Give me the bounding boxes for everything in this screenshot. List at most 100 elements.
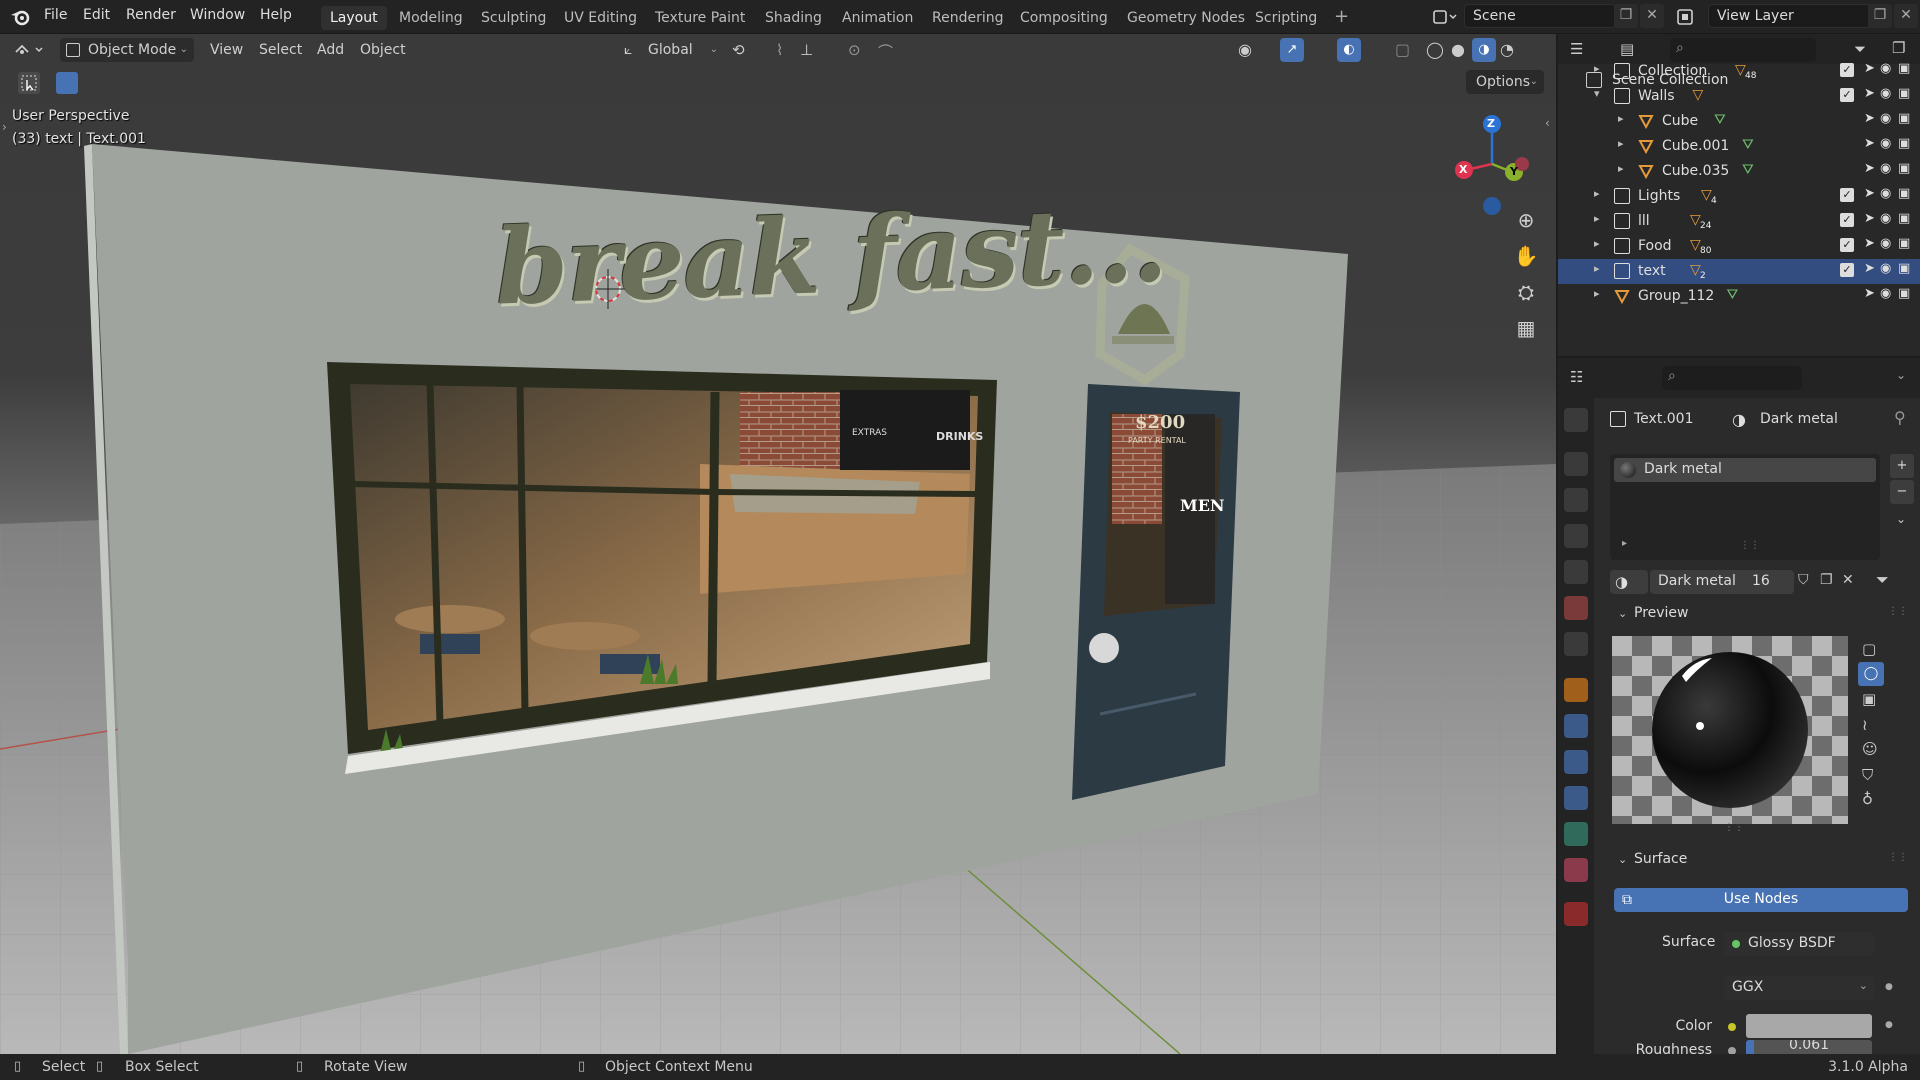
outliner-row[interactable]: ▸ Cube.035 ⛛ ➤ ◉ ▣: [1558, 159, 1920, 184]
outliner-editor-icon[interactable]: ☰: [1570, 40, 1583, 58]
outliner[interactable]: ☰ ▤ ⌕ ⏷ ❐ Scene Collection ▸ Collection ▽ 4…: [1558, 34, 1920, 356]
preview-fluid-icon[interactable]: ♁: [1862, 790, 1873, 808]
filter-icon[interactable]: ⏷: [1854, 40, 1866, 58]
select-arrow-icon[interactable]: ➤: [1864, 186, 1875, 201]
tab-uv-editing[interactable]: UV Editing: [555, 6, 646, 30]
tab-modifiers[interactable]: [1564, 714, 1588, 738]
tab-geometry-nodes[interactable]: Geometry Nodes: [1118, 6, 1254, 30]
transform-orientation-selector[interactable]: ⟀ Global ⌄: [620, 38, 722, 62]
expand-toggle-icon[interactable]: ▸: [1594, 262, 1600, 275]
expand-toggle-icon[interactable]: ▸: [1618, 137, 1624, 150]
preview-cube-icon[interactable]: ▣: [1862, 690, 1876, 708]
view-layer-icon[interactable]: [1676, 8, 1704, 26]
camera-render-icon[interactable]: ▣: [1898, 136, 1910, 151]
mode-set-icon[interactable]: [56, 72, 78, 94]
camera-view-icon[interactable]: ⛭: [1510, 276, 1542, 308]
outliner-row[interactable]: ▸ Cube.001 ⛛ ➤ ◉ ▣: [1558, 134, 1920, 159]
expand-toggle-icon[interactable]: ▸: [1594, 287, 1600, 300]
select-arrow-icon[interactable]: ➤: [1864, 211, 1875, 226]
browse-material-button[interactable]: ◑: [1610, 570, 1648, 594]
mode-subtract-icon[interactable]: [104, 72, 126, 94]
delete-view-layer-button[interactable]: ✕: [1894, 4, 1918, 28]
outliner-row[interactable]: ▸ Group_112 ⛛ ➤ ◉ ▣: [1558, 284, 1920, 309]
preview-monkey-icon[interactable]: ☺: [1862, 740, 1878, 758]
menu-select[interactable]: Select: [259, 38, 302, 62]
roughness-slider[interactable]: 0.061: [1746, 1040, 1872, 1054]
camera-render-icon[interactable]: ▣: [1898, 186, 1910, 201]
xray-toggle-icon[interactable]: ▢: [1395, 40, 1410, 59]
expand-toggle-icon[interactable]: ▸: [1618, 162, 1624, 175]
tab-world[interactable]: [1564, 596, 1588, 620]
tab-animation[interactable]: Animation: [833, 6, 922, 30]
solid-shading-icon[interactable]: ●: [1451, 40, 1465, 59]
eye-icon[interactable]: ◉: [1880, 111, 1891, 126]
expand-toggle-icon[interactable]: ▸: [1618, 112, 1624, 125]
properties-editor-icon[interactable]: ☷: [1570, 368, 1583, 386]
pivot-point-icon[interactable]: ⟲: [732, 41, 745, 59]
preview-flat-icon[interactable]: ▢: [1862, 640, 1876, 658]
exclude-checkbox[interactable]: ✓: [1840, 213, 1854, 227]
exclude-checkbox[interactable]: ✓: [1840, 263, 1854, 277]
mode-extend-icon[interactable]: [80, 72, 102, 94]
tab-collection[interactable]: [1564, 632, 1588, 656]
tab-scripting[interactable]: Scripting: [1246, 6, 1326, 30]
sidebar-toggle-icon[interactable]: ‹: [1545, 116, 1550, 130]
wireframe-shading-icon[interactable]: ◯: [1426, 40, 1444, 59]
expand-toggle-icon[interactable]: ▸: [1594, 62, 1600, 75]
keyframe-dot-icon[interactable]: ●: [1885, 982, 1893, 992]
tab-scene[interactable]: [1564, 560, 1588, 584]
expand-toggle-icon[interactable]: ▸: [1594, 212, 1600, 225]
select-arrow-icon[interactable]: ➤: [1864, 111, 1875, 126]
eye-icon[interactable]: ◉: [1880, 286, 1891, 301]
mode-invert-icon[interactable]: [128, 72, 150, 94]
menu-file[interactable]: File: [44, 7, 67, 23]
camera-render-icon[interactable]: ▣: [1898, 211, 1910, 226]
blender-logo-icon[interactable]: [10, 7, 32, 27]
pin-icon[interactable]: ⚲: [1894, 408, 1906, 427]
outliner-row[interactable]: ▸ Lights ▽ 4 ✓ ➤ ◉ ▣: [1558, 184, 1920, 209]
display-mode-icon[interactable]: ▤: [1620, 40, 1634, 58]
use-nodes-button[interactable]: ⧉ Use Nodes: [1614, 888, 1908, 912]
visibility-selector-icon[interactable]: ◉: [1238, 40, 1252, 59]
rendered-shading-icon[interactable]: ◔: [1500, 40, 1514, 59]
expand-toggle-icon[interactable]: ▸: [1594, 237, 1600, 250]
exclude-checkbox[interactable]: ✓: [1840, 238, 1854, 252]
fake-user-shield-icon[interactable]: ⛉: [1798, 572, 1809, 588]
select-arrow-icon[interactable]: ➤: [1864, 236, 1875, 251]
outliner-row[interactable]: ▸ Cube ⛛ ➤ ◉ ▣: [1558, 109, 1920, 134]
material-name-field[interactable]: Dark metal 16: [1650, 570, 1794, 594]
properties-editor[interactable]: ☷ ⌕ ⌄ Text.001 ◑ Dark metal ⚲ Dark metal…: [1558, 358, 1920, 1058]
child-objects-icon[interactable]: ▽: [1693, 87, 1704, 103]
color-swatch[interactable]: [1746, 1014, 1872, 1038]
scene-selector-icon[interactable]: [1432, 8, 1460, 26]
menu-view[interactable]: View: [210, 38, 243, 62]
eye-icon[interactable]: ◉: [1880, 186, 1891, 201]
expand-toggle-icon[interactable]: ▾: [1594, 87, 1600, 100]
surface-panel-header[interactable]: ⌄ Surface ⋮⋮: [1604, 844, 1918, 876]
outliner-row[interactable]: ▸ text ▽ 2 ✓ ➤ ◉ ▣: [1558, 259, 1920, 284]
eye-icon[interactable]: ◉: [1880, 236, 1891, 251]
preview-hair-icon[interactable]: ≀: [1862, 716, 1868, 734]
outliner-row[interactable]: ▾ Walls ▽ ✓ ➤ ◉ ▣: [1558, 84, 1920, 109]
menu-render[interactable]: Render: [126, 7, 176, 23]
snap-target-icon[interactable]: ⊥: [800, 41, 813, 59]
camera-render-icon[interactable]: ▣: [1898, 286, 1910, 301]
eye-icon[interactable]: ◉: [1880, 211, 1891, 226]
distribution-dropdown[interactable]: GGX ⌄: [1724, 976, 1874, 1000]
preview-cloth-icon[interactable]: ⛉: [1862, 766, 1873, 784]
new-scene-button[interactable]: ❐: [1614, 4, 1638, 28]
preview-panel-header[interactable]: ⌄ Preview ⋮⋮: [1604, 598, 1918, 630]
toolbar-toggle-icon[interactable]: ›: [2, 120, 7, 134]
remove-slot-button[interactable]: −: [1890, 480, 1914, 504]
mesh-data-icon[interactable]: ⛛: [1727, 287, 1739, 303]
slot-menu-chevron-icon[interactable]: ⌄: [1896, 512, 1906, 526]
expand-arrow-icon[interactable]: ▸: [1622, 538, 1627, 549]
tab-particles[interactable]: [1564, 750, 1588, 774]
tab-shading[interactable]: Shading: [756, 6, 831, 30]
camera-render-icon[interactable]: ▣: [1898, 236, 1910, 251]
preview-resize-grip-icon[interactable]: ⋮⋮: [1724, 822, 1744, 833]
delete-scene-button[interactable]: ✕: [1640, 4, 1664, 28]
editor-type-button[interactable]: [10, 38, 50, 62]
tab-texture[interactable]: [1564, 902, 1588, 926]
panel-grip-icon[interactable]: ⋮⋮: [1888, 606, 1908, 617]
